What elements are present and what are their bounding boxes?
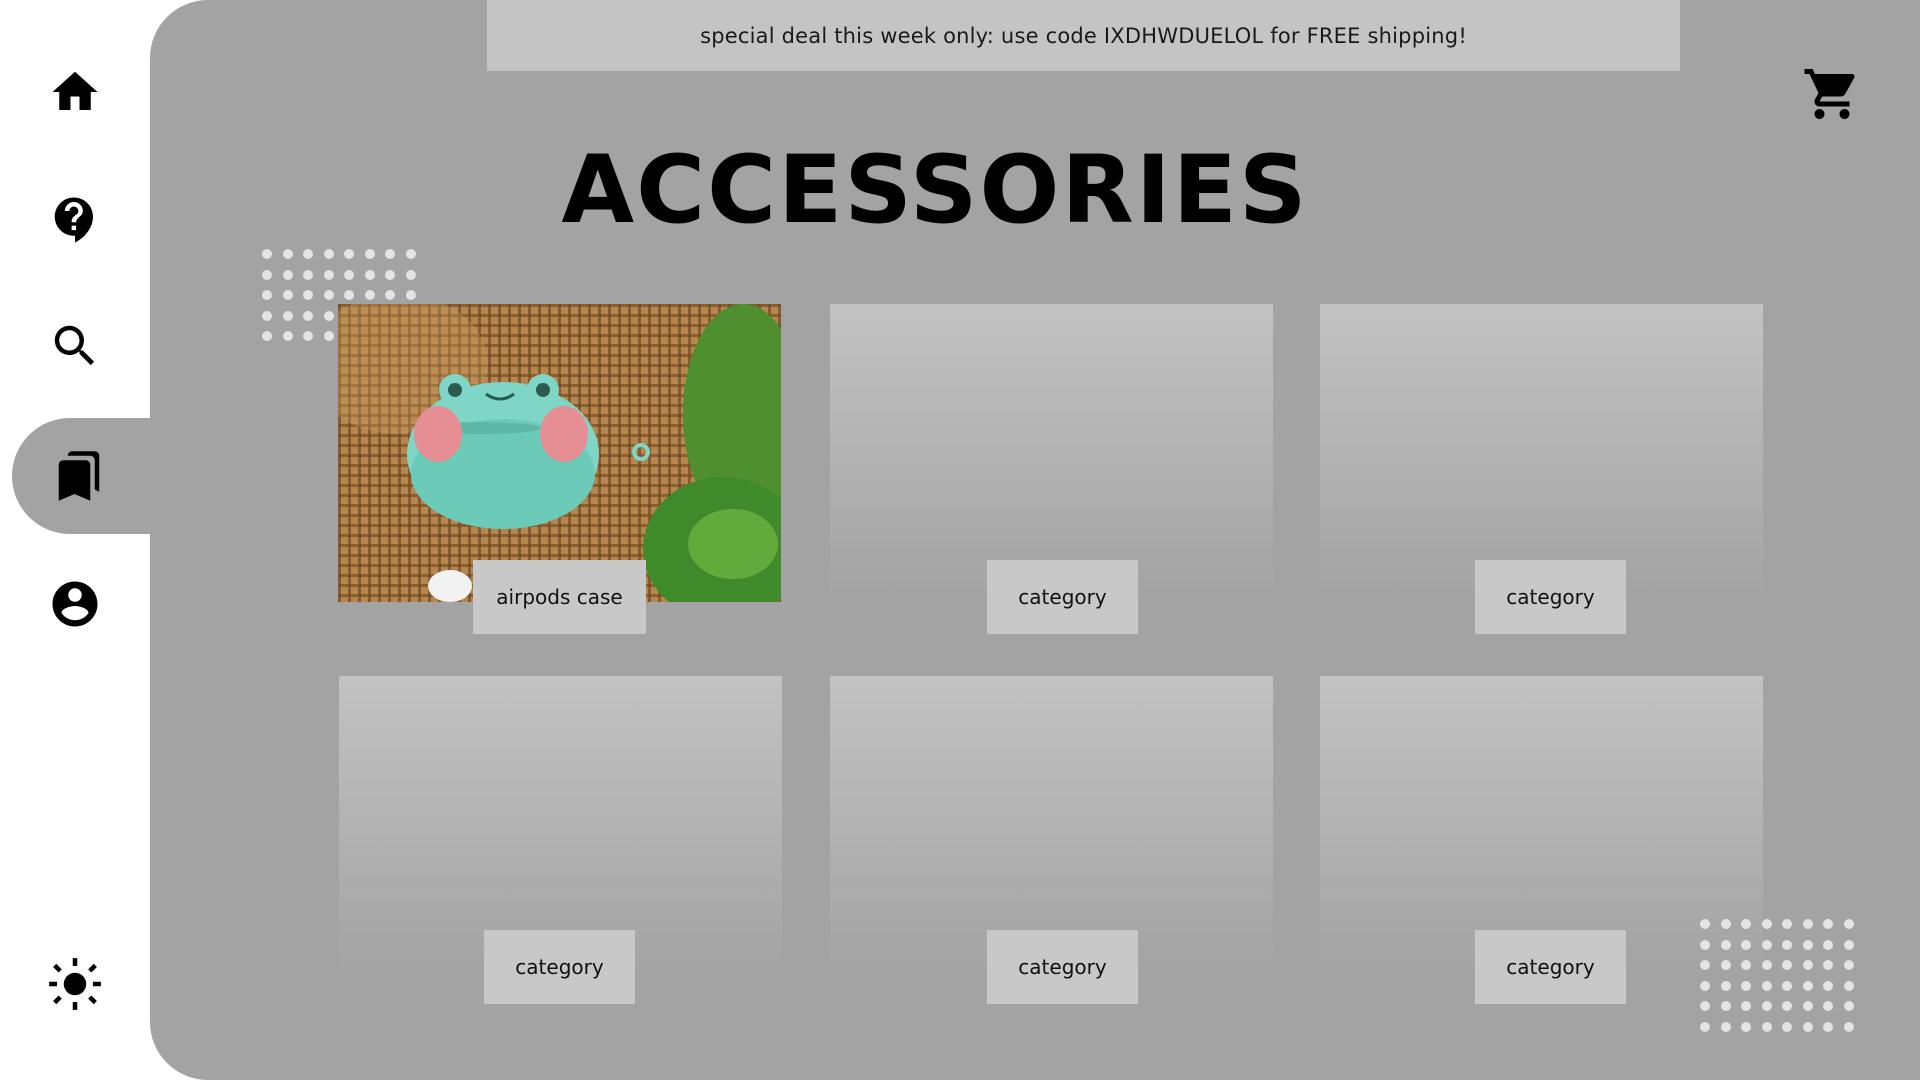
dot-pattern-decoration [1700, 919, 1854, 1032]
bookmarks-icon [58, 451, 100, 501]
category-label[interactable]: category [987, 560, 1138, 634]
main-content: special deal this week only: use code IX… [150, 0, 1920, 1080]
product-card[interactable] [830, 304, 1273, 602]
search-icon [54, 325, 95, 366]
nav-search[interactable] [0, 288, 150, 404]
product-card[interactable] [1320, 304, 1763, 602]
nav-home[interactable] [0, 34, 150, 150]
category-label[interactable]: category [1475, 930, 1626, 1004]
home-icon [52, 71, 98, 110]
page-title: ACCESSORIES [561, 136, 1309, 245]
category-label[interactable]: category [484, 930, 635, 1004]
category-label[interactable]: category [1475, 560, 1626, 634]
nav-account[interactable] [0, 546, 150, 662]
category-label[interactable]: airpods case [473, 560, 646, 634]
account-icon [52, 581, 98, 627]
cart-icon [1804, 69, 1855, 119]
sun-icon [49, 958, 101, 1010]
promo-banner: special deal this week only: use code IX… [487, 0, 1680, 71]
product-card-image[interactable] [338, 304, 781, 602]
theme-toggle[interactable] [0, 926, 150, 1042]
category-label[interactable]: category [987, 930, 1138, 1004]
frog-airpods-case-photo [338, 304, 781, 602]
cart-button[interactable] [1802, 64, 1862, 124]
